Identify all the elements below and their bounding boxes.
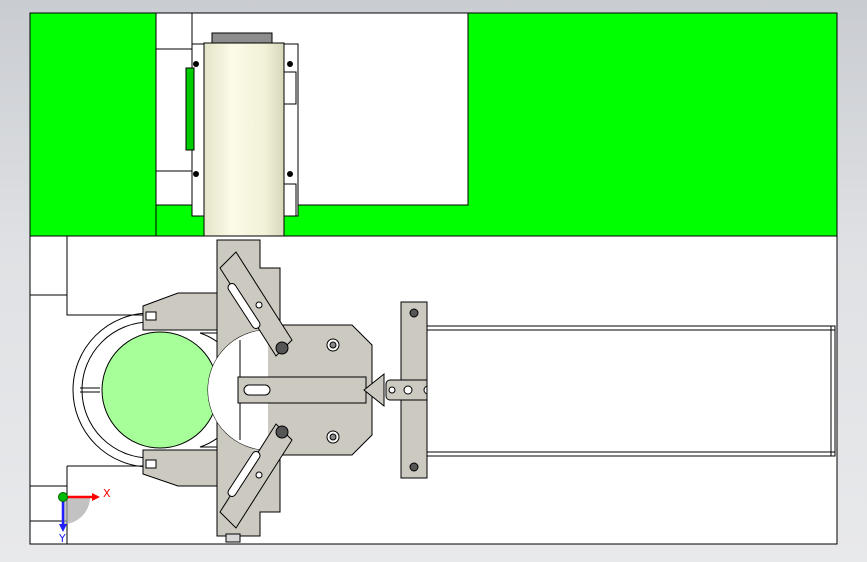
bolt-hole [193, 61, 199, 67]
y-axis-label: Y [58, 532, 66, 545]
drawing-canvas: X Y [29, 12, 838, 545]
bolt-hole [193, 171, 199, 177]
jaw-tab [145, 311, 157, 321]
x-axis-label: X [103, 487, 111, 500]
link-pin [403, 385, 413, 395]
link-pin [388, 386, 396, 394]
cylinder-body [203, 42, 285, 237]
cad-viewport[interactable]: X Y [0, 0, 867, 562]
jaw-tab [145, 459, 157, 469]
bracket-tab-left [185, 67, 195, 151]
bolt-hole [287, 61, 293, 67]
slide-plate-hole [409, 308, 419, 318]
round-workpiece [101, 331, 219, 449]
long-rail [426, 325, 836, 457]
z-axis-dot [58, 492, 68, 502]
cylinder-cap [211, 32, 273, 44]
body-bolt [326, 338, 340, 352]
bottom-bolt-head [225, 533, 241, 543]
center-slot [243, 384, 271, 396]
bolt-hole [287, 171, 293, 177]
body-bolt [326, 430, 340, 444]
slide-plate-hole [409, 462, 419, 472]
